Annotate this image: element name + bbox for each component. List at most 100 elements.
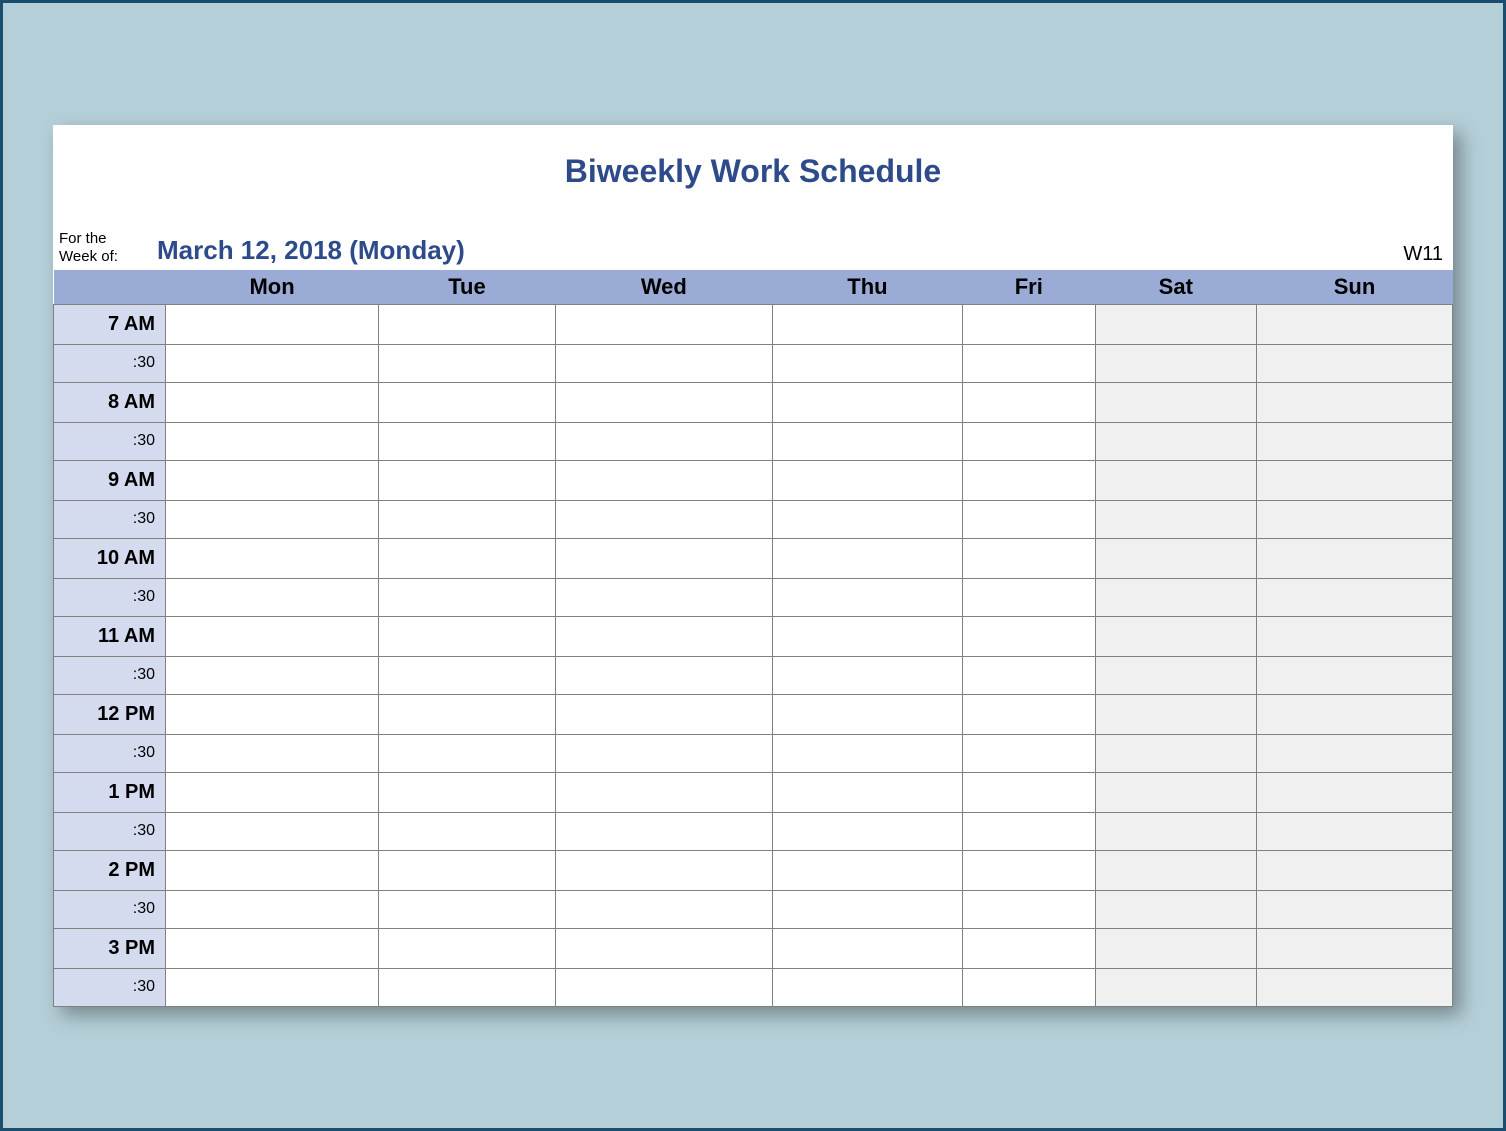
schedule-cell[interactable] bbox=[166, 304, 379, 344]
schedule-cell[interactable] bbox=[772, 890, 962, 928]
schedule-cell[interactable] bbox=[555, 890, 772, 928]
schedule-cell[interactable] bbox=[379, 304, 556, 344]
schedule-cell[interactable] bbox=[772, 538, 962, 578]
schedule-cell[interactable] bbox=[166, 772, 379, 812]
schedule-cell[interactable] bbox=[379, 578, 556, 616]
schedule-cell[interactable] bbox=[166, 812, 379, 850]
schedule-cell[interactable] bbox=[166, 850, 379, 890]
schedule-cell[interactable] bbox=[1257, 382, 1453, 422]
schedule-cell[interactable] bbox=[1095, 656, 1256, 694]
schedule-cell[interactable] bbox=[1095, 344, 1256, 382]
schedule-cell[interactable] bbox=[772, 578, 962, 616]
schedule-cell[interactable] bbox=[1257, 616, 1453, 656]
schedule-cell[interactable] bbox=[1257, 500, 1453, 538]
schedule-cell[interactable] bbox=[555, 538, 772, 578]
schedule-cell[interactable] bbox=[1095, 500, 1256, 538]
schedule-cell[interactable] bbox=[772, 382, 962, 422]
schedule-cell[interactable] bbox=[1095, 578, 1256, 616]
schedule-cell[interactable] bbox=[555, 460, 772, 500]
schedule-cell[interactable] bbox=[962, 890, 1095, 928]
schedule-cell[interactable] bbox=[1257, 890, 1453, 928]
schedule-cell[interactable] bbox=[166, 578, 379, 616]
schedule-cell[interactable] bbox=[166, 616, 379, 656]
schedule-cell[interactable] bbox=[379, 850, 556, 890]
schedule-cell[interactable] bbox=[772, 344, 962, 382]
schedule-cell[interactable] bbox=[1095, 304, 1256, 344]
schedule-cell[interactable] bbox=[1095, 928, 1256, 968]
schedule-cell[interactable] bbox=[555, 500, 772, 538]
schedule-cell[interactable] bbox=[1257, 422, 1453, 460]
schedule-cell[interactable] bbox=[166, 694, 379, 734]
schedule-cell[interactable] bbox=[379, 616, 556, 656]
schedule-cell[interactable] bbox=[166, 968, 379, 1006]
schedule-cell[interactable] bbox=[1257, 772, 1453, 812]
schedule-cell[interactable] bbox=[1095, 382, 1256, 422]
schedule-cell[interactable] bbox=[166, 382, 379, 422]
schedule-cell[interactable] bbox=[555, 734, 772, 772]
schedule-cell[interactable] bbox=[1095, 772, 1256, 812]
schedule-cell[interactable] bbox=[555, 968, 772, 1006]
schedule-cell[interactable] bbox=[1257, 578, 1453, 616]
schedule-cell[interactable] bbox=[379, 344, 556, 382]
schedule-cell[interactable] bbox=[166, 500, 379, 538]
schedule-cell[interactable] bbox=[772, 694, 962, 734]
schedule-cell[interactable] bbox=[772, 928, 962, 968]
schedule-cell[interactable] bbox=[1095, 460, 1256, 500]
schedule-cell[interactable] bbox=[1257, 538, 1453, 578]
schedule-cell[interactable] bbox=[379, 694, 556, 734]
schedule-cell[interactable] bbox=[555, 382, 772, 422]
schedule-cell[interactable] bbox=[1095, 850, 1256, 890]
schedule-cell[interactable] bbox=[1257, 460, 1453, 500]
schedule-cell[interactable] bbox=[1257, 812, 1453, 850]
schedule-cell[interactable] bbox=[772, 422, 962, 460]
schedule-cell[interactable] bbox=[555, 850, 772, 890]
schedule-cell[interactable] bbox=[166, 734, 379, 772]
schedule-cell[interactable] bbox=[962, 500, 1095, 538]
schedule-cell[interactable] bbox=[772, 850, 962, 890]
schedule-cell[interactable] bbox=[1257, 968, 1453, 1006]
schedule-cell[interactable] bbox=[379, 500, 556, 538]
schedule-cell[interactable] bbox=[555, 656, 772, 694]
schedule-cell[interactable] bbox=[166, 656, 379, 694]
schedule-cell[interactable] bbox=[555, 812, 772, 850]
schedule-cell[interactable] bbox=[962, 616, 1095, 656]
schedule-cell[interactable] bbox=[166, 344, 379, 382]
schedule-cell[interactable] bbox=[1257, 928, 1453, 968]
schedule-cell[interactable] bbox=[379, 812, 556, 850]
schedule-cell[interactable] bbox=[962, 968, 1095, 1006]
schedule-cell[interactable] bbox=[1257, 734, 1453, 772]
schedule-cell[interactable] bbox=[1095, 968, 1256, 1006]
schedule-cell[interactable] bbox=[962, 382, 1095, 422]
schedule-cell[interactable] bbox=[166, 928, 379, 968]
schedule-cell[interactable] bbox=[555, 694, 772, 734]
schedule-cell[interactable] bbox=[962, 928, 1095, 968]
schedule-cell[interactable] bbox=[555, 422, 772, 460]
schedule-cell[interactable] bbox=[772, 812, 962, 850]
schedule-cell[interactable] bbox=[962, 656, 1095, 694]
schedule-cell[interactable] bbox=[772, 304, 962, 344]
schedule-cell[interactable] bbox=[1095, 812, 1256, 850]
schedule-cell[interactable] bbox=[1257, 850, 1453, 890]
schedule-cell[interactable] bbox=[166, 460, 379, 500]
schedule-cell[interactable] bbox=[379, 890, 556, 928]
schedule-cell[interactable] bbox=[772, 460, 962, 500]
schedule-cell[interactable] bbox=[379, 382, 556, 422]
schedule-cell[interactable] bbox=[772, 500, 962, 538]
schedule-cell[interactable] bbox=[379, 422, 556, 460]
schedule-cell[interactable] bbox=[962, 578, 1095, 616]
schedule-cell[interactable] bbox=[1257, 656, 1453, 694]
schedule-cell[interactable] bbox=[772, 968, 962, 1006]
schedule-cell[interactable] bbox=[555, 304, 772, 344]
schedule-cell[interactable] bbox=[1095, 538, 1256, 578]
schedule-cell[interactable] bbox=[166, 890, 379, 928]
schedule-cell[interactable] bbox=[962, 422, 1095, 460]
schedule-cell[interactable] bbox=[962, 538, 1095, 578]
schedule-cell[interactable] bbox=[166, 538, 379, 578]
schedule-cell[interactable] bbox=[379, 460, 556, 500]
schedule-cell[interactable] bbox=[379, 538, 556, 578]
schedule-cell[interactable] bbox=[962, 304, 1095, 344]
schedule-cell[interactable] bbox=[379, 656, 556, 694]
schedule-cell[interactable] bbox=[379, 734, 556, 772]
schedule-cell[interactable] bbox=[962, 850, 1095, 890]
schedule-cell[interactable] bbox=[555, 772, 772, 812]
